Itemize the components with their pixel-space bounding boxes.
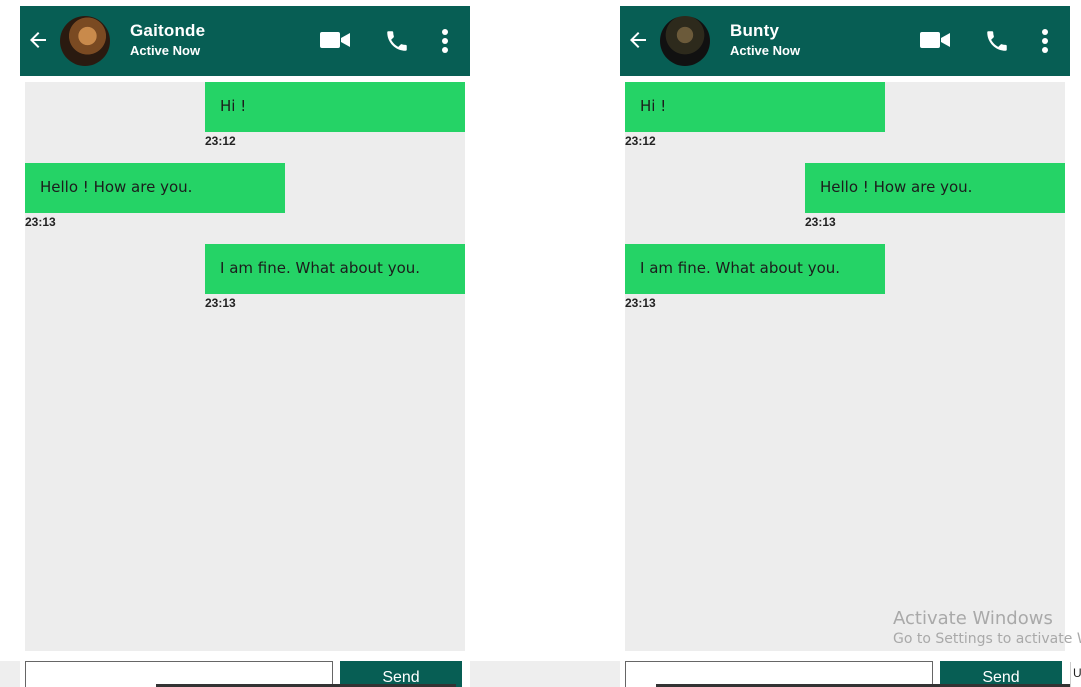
video-camera-icon[interactable] [319,28,351,52]
watermark-subtitle: Go to Settings to activate Wi [893,631,1081,647]
message-list[interactable]: Hi ! 23:12 Hello ! How are you. 23:13 I … [25,82,465,651]
contact-name: Bunty [730,21,780,40]
contact-status: Active Now [130,43,201,58]
contact-status: Active Now [730,43,801,58]
activate-windows-watermark: Activate Windows Go to Settings to activ… [893,608,1081,647]
message-time: 23:13 [805,215,836,229]
arrow-left-icon[interactable] [626,28,650,52]
more-vertical-icon[interactable] [1037,28,1053,54]
phone-icon[interactable] [983,28,1011,54]
message-received: I am fine. What about you. 23:13 [625,244,885,310]
message-sent: I am fine. What about you. 23:13 [205,244,465,310]
watermark-title: Activate Windows [893,608,1053,629]
contact-name: Gaitonde [130,21,206,40]
edge-fragment: U [1070,662,1081,687]
message-time: 23:12 [625,134,656,148]
message-received: Hello ! How are you. 23:13 [25,163,285,229]
arrow-left-icon[interactable] [26,28,50,52]
message-list[interactable]: Hi ! 23:12 Hello ! How are you. 23:13 I … [625,82,1065,651]
message-time: 23:13 [625,296,656,310]
chat-window-bunty: Bunty Active Now Hi ! 23:12 Hello ! How … [620,6,1070,687]
more-vertical-icon[interactable] [437,28,453,54]
message-time: 23:13 [205,296,236,310]
message-bubble: I am fine. What about you. [205,244,465,294]
message-bubble: I am fine. What about you. [625,244,885,294]
message-time: 23:12 [205,134,236,148]
chat-header: Bunty Active Now [620,6,1070,76]
message-received: Hi ! 23:12 [625,82,885,148]
message-sent: Hello ! How are you. 23:13 [805,163,1065,229]
divider [0,661,20,687]
chat-window-gaitonde: Gaitonde Active Now Hi ! 23:12 Hello ! H… [20,6,470,687]
divider [470,661,620,687]
phone-icon[interactable] [383,28,411,54]
video-camera-icon[interactable] [919,28,951,52]
message-bubble: Hi ! [205,82,465,132]
message-bubble: Hello ! How are you. [25,163,285,213]
message-bubble: Hello ! How are you. [805,163,1065,213]
chat-header: Gaitonde Active Now [20,6,470,76]
avatar[interactable] [660,16,710,66]
message-bubble: Hi ! [625,82,885,132]
message-time: 23:13 [25,215,56,229]
avatar[interactable] [60,16,110,66]
message-sent: Hi ! 23:12 [205,82,465,148]
